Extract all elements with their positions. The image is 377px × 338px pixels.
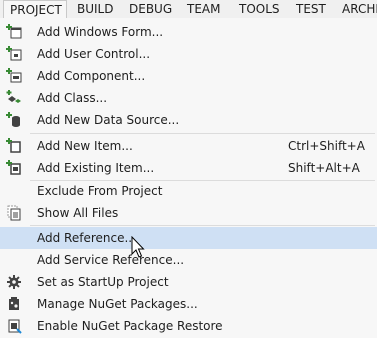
menu-build[interactable]: BUILD — [70, 0, 120, 18]
menu-item-set-as-startup-project[interactable]: Set as StartUp Project — [0, 271, 377, 293]
menu-tools-label: TOOLS — [239, 2, 280, 16]
menu-project-label: PROJECT — [10, 3, 62, 17]
menu-separator — [30, 225, 375, 226]
menu-item-label: Add New Data Source... — [37, 113, 180, 127]
existing-item-icon — [6, 160, 21, 175]
menu-item-label: Enable NuGet Package Restore — [37, 319, 223, 333]
menu-item-enable-nuget-package-restore[interactable]: Enable NuGet Package Restore — [0, 315, 377, 337]
user-control-icon — [6, 46, 22, 61]
nuget-icon — [9, 297, 19, 310]
menu-item-add-new-item[interactable]: Add New Item... Ctrl+Shift+A — [0, 135, 377, 157]
gear-icon — [7, 275, 21, 289]
menu-item-add-windows-form[interactable]: Add Windows Form... — [0, 21, 377, 43]
class-icon — [6, 90, 21, 103]
menu-architecture-label: ARCHI — [342, 2, 377, 16]
menu-item-add-service-reference[interactable]: Add Service Reference... — [0, 249, 377, 271]
menu-item-label: Add New Item... — [37, 139, 133, 153]
menu-item-label: Show All Files — [37, 206, 119, 220]
menu-architecture[interactable]: ARCHI — [335, 0, 377, 18]
menu-item-add-reference[interactable]: Add Reference... — [0, 227, 377, 249]
menu-item-manage-nuget-packages[interactable]: Manage NuGet Packages... — [0, 293, 377, 315]
menu-item-add-existing-item[interactable]: Add Existing Item... Shift+Alt+A — [0, 157, 377, 179]
menu-item-label: Set as StartUp Project — [37, 275, 169, 289]
show-all-files-icon — [7, 205, 21, 221]
menu-team[interactable]: TEAM — [180, 0, 228, 18]
menu-item-label: Manage NuGet Packages... — [37, 297, 198, 311]
menu-item-label: Add Component... — [37, 69, 146, 83]
menu-build-label: BUILD — [77, 2, 114, 16]
menu-item-label: Add Windows Form... — [37, 25, 164, 39]
menu-separator — [30, 133, 375, 134]
menu-project[interactable]: PROJECT — [3, 0, 67, 18]
package-restore-icon — [8, 319, 22, 334]
menu-item-label: Add Reference... — [37, 231, 136, 245]
project-dropdown-menu: Add Windows Form... Add User Control... … — [0, 18, 377, 338]
menu-debug[interactable]: DEBUG — [122, 0, 176, 18]
menu-item-label: Add Service Reference... — [37, 253, 185, 267]
menu-item-shortcut: Shift+Alt+A — [288, 161, 360, 175]
menu-item-label: Exclude From Project — [37, 184, 163, 198]
menu-item-shortcut: Ctrl+Shift+A — [288, 139, 365, 153]
component-icon — [6, 68, 22, 83]
menu-item-exclude-from-project[interactable]: Exclude From Project — [0, 180, 377, 202]
menu-item-label: Add Class... — [37, 91, 108, 105]
windows-form-icon — [6, 24, 22, 39]
menu-item-show-all-files[interactable]: Show All Files — [0, 202, 377, 224]
mouse-pointer-icon — [131, 236, 145, 258]
menu-item-label: Add Existing Item... — [37, 161, 155, 175]
new-item-icon — [6, 138, 21, 153]
data-source-icon — [6, 112, 20, 127]
menu-item-add-component[interactable]: Add Component... — [0, 65, 377, 87]
menu-item-label: Add User Control... — [37, 47, 151, 61]
menu-item-add-user-control[interactable]: Add User Control... — [0, 43, 377, 65]
menu-debug-label: DEBUG — [129, 2, 173, 16]
menu-bar: PROJECT BUILD DEBUG TEAM TOOLS TEST ARCH… — [0, 0, 377, 18]
menu-test-label: TEST — [296, 2, 326, 16]
menu-tools[interactable]: TOOLS — [232, 0, 286, 18]
menu-item-add-new-data-source[interactable]: Add New Data Source... — [0, 109, 377, 131]
menu-test[interactable]: TEST — [289, 0, 333, 18]
menu-item-add-class[interactable]: Add Class... — [0, 87, 377, 109]
menu-team-label: TEAM — [187, 2, 221, 16]
